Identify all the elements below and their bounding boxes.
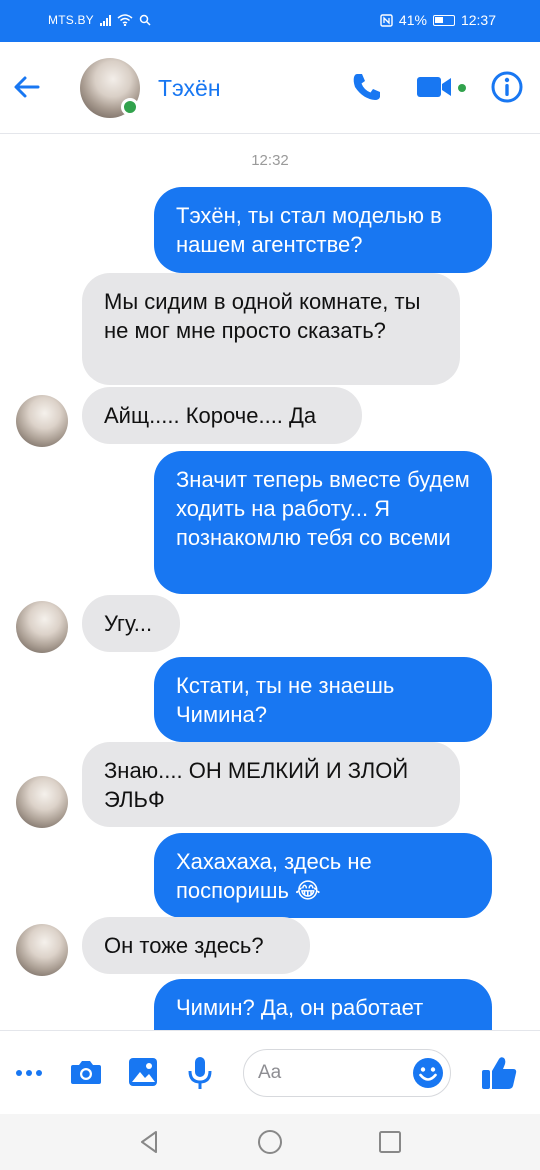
message-bubble-outgoing[interactable]: Чимин? Да, он работает [154, 979, 492, 1030]
image-icon[interactable] [128, 1057, 158, 1087]
message-bubble-outgoing[interactable]: Значит теперь вместе будем ходить на раб… [154, 451, 492, 594]
search-status-icon [139, 14, 151, 26]
clock: 12:37 [460, 12, 496, 28]
like-icon[interactable] [480, 1055, 518, 1091]
more-icon[interactable] [14, 1061, 44, 1085]
nav-back-icon[interactable] [136, 1128, 164, 1156]
phone-icon[interactable] [350, 70, 384, 104]
message-bubble-incoming[interactable]: Мы сидим в одной комнате, ты не мог мне … [82, 273, 460, 385]
conversation-header: Тэхён [0, 42, 540, 134]
camera-icon[interactable] [70, 1057, 102, 1087]
message-input[interactable] [258, 1060, 408, 1086]
battery-icon [432, 14, 455, 26]
video-camera-icon[interactable] [416, 74, 452, 100]
back-arrow-icon[interactable] [10, 70, 44, 104]
message-bubble-incoming[interactable]: Айщ..... Короче.... Да [82, 387, 362, 444]
video-active-dot [458, 84, 466, 92]
info-icon[interactable] [490, 70, 524, 104]
contact-avatar-small[interactable] [16, 924, 68, 976]
message-composer [0, 1030, 540, 1114]
status-bar: MTS.BY 41% 12:37 [0, 0, 540, 42]
contact-avatar-small[interactable] [16, 395, 68, 447]
carrier-label: MTS.BY [48, 13, 94, 27]
contact-avatar[interactable] [80, 58, 140, 118]
message-bubble-incoming[interactable]: Угу... [82, 595, 180, 652]
online-status-dot [121, 98, 139, 116]
message-bubble-incoming[interactable]: Он тоже здесь? [82, 917, 310, 974]
message-list[interactable]: 12:32 Тэхён, ты стал моделью в нашем аге… [0, 134, 540, 1030]
nav-recents-icon[interactable] [376, 1128, 404, 1156]
signal-icon [99, 14, 111, 26]
system-navigation-bar [0, 1114, 540, 1170]
contact-avatar-small[interactable] [16, 601, 68, 653]
nfc-icon [380, 13, 393, 27]
contact-avatar-small[interactable] [16, 776, 68, 828]
contact-name[interactable]: Тэхён [158, 75, 221, 102]
message-input-container [243, 1049, 451, 1097]
message-timestamp: 12:32 [251, 152, 289, 169]
message-bubble-outgoing[interactable]: Хахахаха, здесь не поспоришь 😂 [154, 833, 492, 918]
nav-home-icon[interactable] [256, 1128, 284, 1156]
message-bubble-outgoing[interactable]: Тэхён, ты стал моделью в нашем агентстве… [154, 187, 492, 273]
message-bubble-incoming[interactable]: Знаю.... ОН МЕЛКИЙ И ЗЛОЙ ЭЛЬФ [82, 742, 460, 827]
emoji-icon[interactable] [412, 1057, 444, 1089]
microphone-icon[interactable] [186, 1055, 214, 1091]
wifi-icon [117, 14, 133, 26]
battery-percent: 41% [398, 12, 427, 28]
message-bubble-outgoing[interactable]: Кстати, ты не знаешь Чимина? [154, 657, 492, 742]
